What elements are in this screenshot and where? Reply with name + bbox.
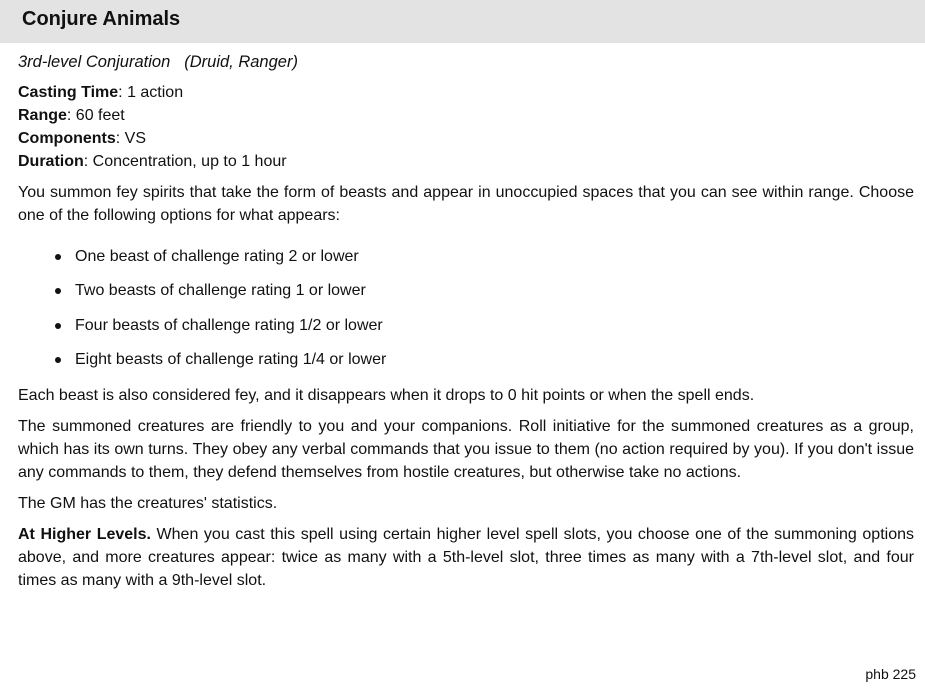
source-reference: phb 225 xyxy=(865,666,916,682)
list-item: Eight beasts of challenge rating 1/4 or … xyxy=(18,348,914,371)
spell-subtitle: 3rd-level Conjuration (Druid, Ranger) xyxy=(18,50,914,75)
duration-label: Duration xyxy=(18,153,84,170)
spell-body: 3rd-level Conjuration (Druid, Ranger) Cas… xyxy=(18,50,914,592)
range-label: Range xyxy=(18,107,67,124)
components-label: Components xyxy=(18,130,116,147)
casting-time-value: 1 action xyxy=(127,84,184,101)
option-text: One beast of challenge rating 2 or lower xyxy=(75,248,359,265)
range-value: 60 feet xyxy=(75,107,125,124)
spell-header: Conjure Animals xyxy=(0,0,925,43)
bullet-icon xyxy=(55,254,61,260)
option-text: Two beasts of challenge rating 1 or lowe… xyxy=(75,282,366,300)
list-item: One beast of challenge rating 2 or lower xyxy=(18,245,914,268)
casting-time-label: Casting Time xyxy=(18,84,119,101)
duration-row: Duration: Concentration, up to 1 hour xyxy=(18,153,287,170)
bullet-icon xyxy=(55,322,61,329)
list-item: Two beasts of challenge rating 1 or lowe… xyxy=(18,279,914,302)
range-row: Range: 60 feet xyxy=(18,107,125,124)
higher-levels-paragraph: At Higher Levels. When you cast this spe… xyxy=(18,523,914,592)
bullet-icon xyxy=(55,357,61,364)
summon-options-list: One beast of challenge rating 2 or lower… xyxy=(18,245,914,371)
spell-school: 3rd-level Conjuration xyxy=(18,53,171,71)
spell-intro: You summon fey spirits that take the for… xyxy=(18,184,914,224)
list-item: Four beasts of challenge rating 1/2 or l… xyxy=(18,314,914,337)
components-value: VS xyxy=(124,130,147,147)
friendly-paragraph: The summoned creatures are friendly to y… xyxy=(18,418,914,482)
duration-value: Concentration, up to 1 hour xyxy=(92,153,287,170)
option-text: Four beasts of challenge rating 1/2 or l… xyxy=(75,316,383,334)
bullet-icon xyxy=(55,288,61,295)
components-row: Components: VS xyxy=(18,130,147,147)
option-text: Eight beasts of challenge rating 1/4 or … xyxy=(75,351,387,369)
gm-paragraph: The GM has the creatures' statistics. xyxy=(18,495,278,513)
casting-time-row: Casting Time: 1 action xyxy=(18,84,184,101)
higher-levels-label: At Higher Levels. xyxy=(18,526,151,544)
fey-paragraph: Each beast is also considered fey, and i… xyxy=(18,387,755,405)
spell-title: Conjure Animals xyxy=(22,8,181,30)
higher-levels-text: When you cast this spell using certain h… xyxy=(18,526,914,590)
spell-classes: (Druid, Ranger) xyxy=(184,53,298,71)
